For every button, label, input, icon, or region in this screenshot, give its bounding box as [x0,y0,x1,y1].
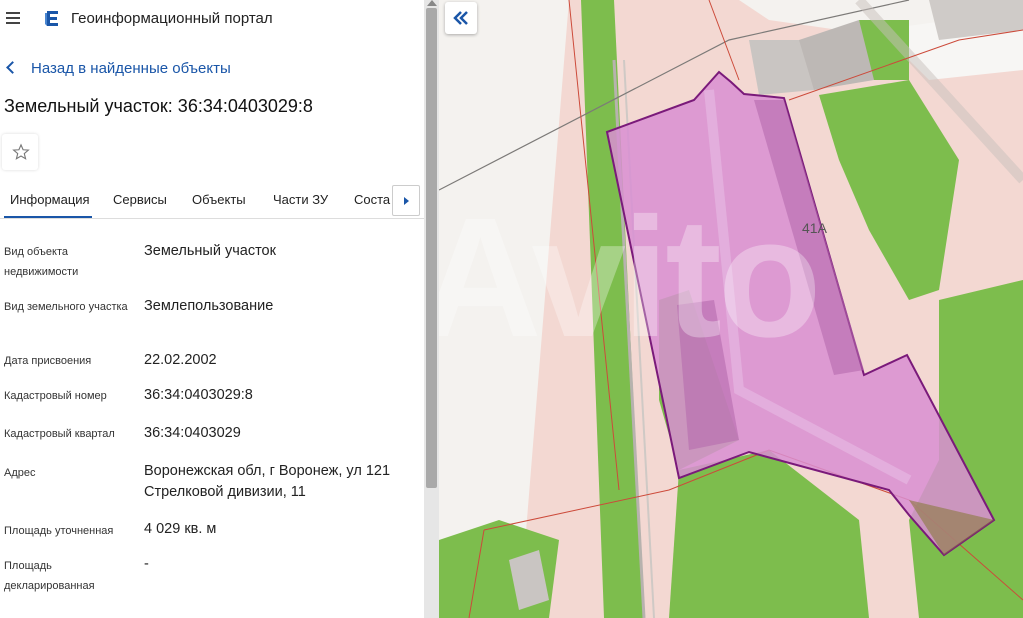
info-panel: Геоинформационный портал Назад в найденн… [0,0,424,618]
field-value: 36:34:0403029 [144,425,241,441]
tab-parts[interactable]: Части ЗУ [273,192,328,207]
tab-bar: Информация Сервисы Объекты Части ЗУ Сост… [0,185,424,219]
collapse-panel-button[interactable] [445,2,477,34]
field-label: Дата присвоения [4,355,92,367]
tabs-next-button[interactable] [392,185,420,216]
field-label: Кадастровый квартал [4,428,115,440]
back-link-label: Назад в найденные объекты [31,60,231,77]
scroll-thumb[interactable] [426,8,437,488]
panel-scrollbar[interactable] [424,0,439,618]
star-icon [12,143,30,160]
field-value: 4 029 кв. м [144,521,217,537]
top-bar: Геоинформационный портал [0,0,424,38]
portal-title: Геоинформационный портал [71,10,273,27]
double-chevron-left-icon [453,11,468,25]
tab-services[interactable]: Сервисы [113,192,167,207]
back-link[interactable]: Назад в найденные объекты [6,60,231,77]
menu-icon[interactable] [6,12,20,24]
field-value: Землепользование [144,298,274,314]
scroll-up-arrow-icon[interactable] [427,0,437,6]
map-green-area [819,80,959,300]
tab-composition[interactable]: Соста [354,192,392,207]
page-title: Земельный участок: 36:34:0403029:8 [4,96,313,116]
field-label: Вид объекта недвижимости [4,246,79,278]
field-label: Вид земельного участка [4,301,128,313]
tab-information[interactable]: Информация [10,192,90,207]
map-view[interactable]: Avito [439,0,1023,618]
favorite-button[interactable] [2,134,38,170]
field-value: Земельный участок [144,243,276,259]
field-value: 36:34:0403029:8 [144,387,253,403]
field-value: Воронежская обл, г Воронеж, ул 121 Стрел… [144,463,391,500]
tab-objects[interactable]: Объекты [192,192,246,207]
watermark: Avito [439,183,822,373]
field-label: Площадь декларированная [4,560,95,592]
field-value: - [144,556,149,572]
parcel-number-label: 41А [802,220,827,236]
map-boundary [708,0,740,81]
chevron-left-icon [6,61,19,74]
field-label: Кадастровый номер [4,390,107,402]
field-label: Площадь уточненная [4,525,114,537]
field-label: Адрес [4,467,36,479]
active-tab-indicator [4,216,92,218]
portal-logo-icon [45,11,58,26]
field-value: 22.02.2002 [144,352,217,368]
